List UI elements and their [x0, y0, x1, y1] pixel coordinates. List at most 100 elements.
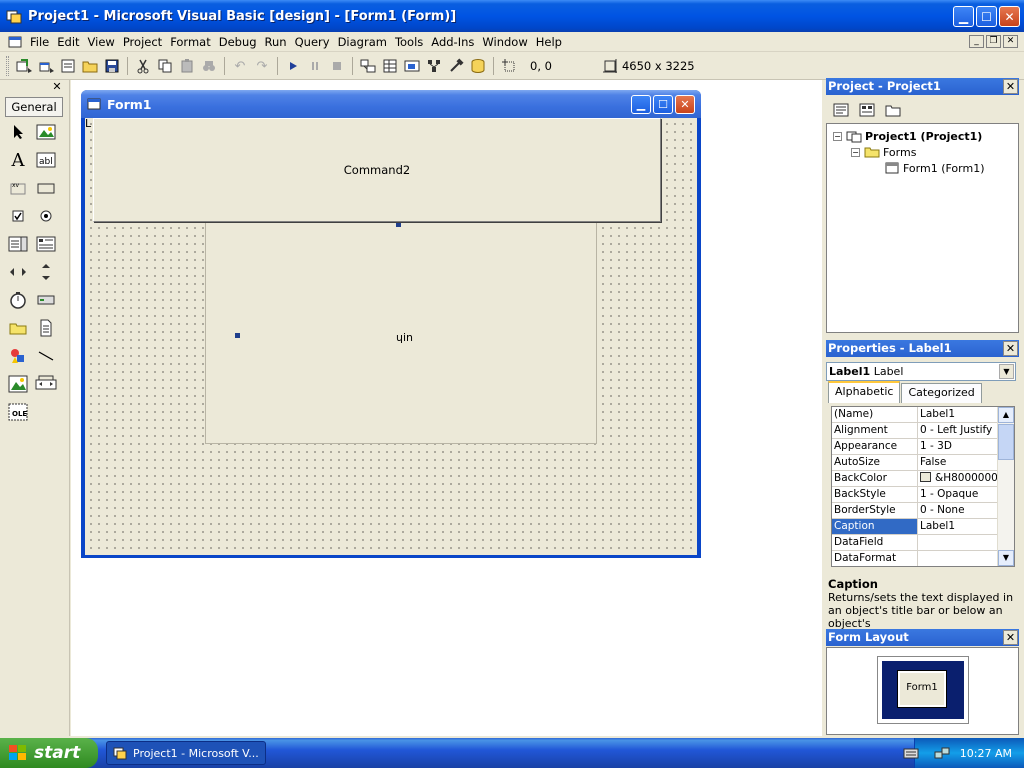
save-project-button[interactable] — [101, 55, 123, 77]
property-row[interactable]: BackStyle 1 - Opaque — [832, 487, 998, 503]
toolbox-close-button[interactable]: ✕ — [51, 81, 63, 93]
property-row[interactable]: Appearance 1 - 3D — [832, 439, 998, 455]
property-value[interactable]: 1 - 3D — [918, 439, 998, 454]
command2-button[interactable]: Command2 — [93, 118, 661, 222]
start-button-run[interactable] — [282, 55, 304, 77]
shape-tool[interactable] — [7, 345, 29, 367]
property-value[interactable]: Label1 — [918, 407, 998, 422]
picturebox-tool[interactable] — [35, 121, 57, 143]
properties-panel-close-button[interactable]: ✕ — [1003, 341, 1018, 356]
copy-button[interactable] — [154, 55, 176, 77]
menu-view[interactable]: View — [84, 35, 119, 49]
menu-editor-button[interactable] — [57, 55, 79, 77]
object-selector-combo[interactable]: Label1 Label ▼ — [826, 362, 1016, 381]
hscrollbar-tool[interactable] — [7, 261, 29, 283]
menu-format[interactable]: Format — [166, 35, 215, 49]
start-button[interactable]: start — [0, 738, 98, 768]
close-button[interactable]: ✕ — [999, 6, 1020, 27]
tree-node-project[interactable]: − Project1 (Project1) — [833, 129, 982, 143]
form1-design-surface[interactable]: ɥin Command2 L — [85, 118, 697, 555]
clock[interactable]: 10:27 AM — [960, 747, 1012, 760]
taskbar-item-vb[interactable]: Project1 - Microsoft V... — [106, 741, 266, 765]
mdi-minimize-button[interactable]: _ — [969, 35, 984, 48]
keyboard-icon[interactable] — [903, 746, 919, 760]
find-button[interactable] — [198, 55, 220, 77]
chevron-down-icon[interactable]: ▼ — [999, 364, 1014, 379]
vscrollbar-tool[interactable] — [35, 261, 57, 283]
network-icon[interactable] — [934, 746, 950, 760]
properties-panel-header[interactable]: Properties - Label1 ✕ — [826, 340, 1019, 357]
break-button[interactable] — [304, 55, 326, 77]
menu-file[interactable]: File — [26, 35, 53, 49]
dirlistbox-tool[interactable] — [7, 317, 29, 339]
open-project-button[interactable] — [79, 55, 101, 77]
optionbutton-tool[interactable] — [35, 205, 57, 227]
form1-title-bar[interactable]: Form1 ▁ ☐ ✕ — [81, 90, 701, 118]
maximize-button[interactable]: ☐ — [976, 6, 997, 27]
scroll-thumb[interactable] — [998, 424, 1014, 460]
tree-node-forms[interactable]: − Forms — [851, 145, 916, 159]
property-value[interactable]: 0 - None — [918, 503, 998, 518]
view-code-button[interactable] — [830, 99, 852, 121]
property-value[interactable]: 0 - Left Justify — [918, 423, 998, 438]
menu-edit[interactable]: Edit — [53, 35, 83, 49]
property-value[interactable]: 1 - Opaque — [918, 487, 998, 502]
object-browser-button[interactable] — [423, 55, 445, 77]
toolbox-general-tab[interactable]: General — [5, 97, 63, 117]
menu-run[interactable]: Run — [261, 35, 291, 49]
listbox-tool[interactable] — [35, 233, 57, 255]
undo-button[interactable]: ↶ — [229, 55, 251, 77]
tab-categorized[interactable]: Categorized — [901, 383, 982, 403]
form1-close-button[interactable]: ✕ — [675, 95, 695, 114]
resize-handle-top[interactable] — [396, 222, 401, 227]
tree-node-form1[interactable]: Form1 (Form1) — [885, 161, 985, 175]
paste-button[interactable] — [176, 55, 198, 77]
resize-handle-left[interactable] — [235, 333, 240, 338]
data-view-button[interactable] — [467, 55, 489, 77]
checkbox-tool[interactable] — [7, 205, 29, 227]
scroll-up-button[interactable]: ▲ — [998, 407, 1014, 423]
menu-help[interactable]: Help — [532, 35, 566, 49]
collapse-icon[interactable]: − — [851, 147, 860, 157]
project-panel-header[interactable]: Project - Project1 ✕ — [826, 78, 1019, 95]
scroll-down-button[interactable]: ▼ — [998, 550, 1014, 566]
menu-debug[interactable]: Debug — [215, 35, 261, 49]
ole-tool[interactable]: OLE — [7, 401, 29, 423]
property-row[interactable]: (Name) Label1 — [832, 407, 998, 423]
property-row[interactable]: BorderStyle 0 - None — [832, 503, 998, 519]
menu-window[interactable]: Window — [478, 35, 531, 49]
properties-window-button[interactable] — [379, 55, 401, 77]
form-position-preview[interactable]: Form1 — [897, 670, 947, 708]
form1-maximize-button[interactable]: ☐ — [653, 95, 673, 114]
image-tool[interactable] — [7, 373, 29, 395]
menu-tools[interactable]: Tools — [391, 35, 427, 49]
line-tool[interactable] — [35, 345, 57, 367]
view-object-button[interactable] — [856, 99, 878, 121]
minimize-button[interactable]: ▁ — [953, 6, 974, 27]
form1-minimize-button[interactable]: ▁ — [631, 95, 651, 114]
property-value[interactable]: Label1 — [918, 519, 998, 534]
commandbutton-tool[interactable] — [35, 177, 57, 199]
label-tool[interactable]: A — [7, 149, 29, 171]
form-layout-panel-header[interactable]: Form Layout ✕ — [826, 629, 1019, 646]
property-row-selected[interactable]: Caption Label1 — [832, 519, 998, 535]
timer-tool[interactable] — [7, 289, 29, 311]
app-title-bar[interactable]: Project1 - Microsoft Visual Basic [desig… — [0, 0, 1024, 32]
project-explorer-button[interactable] — [357, 55, 379, 77]
toggle-folders-button[interactable] — [882, 99, 904, 121]
property-value[interactable] — [918, 535, 998, 550]
menu-query[interactable]: Query — [291, 35, 334, 49]
menu-project[interactable]: Project — [119, 35, 166, 49]
form-layout-button[interactable] — [401, 55, 423, 77]
mdi-restore-button[interactable]: ❐ — [986, 35, 1001, 48]
toolbar-grip[interactable] — [6, 56, 9, 76]
form-layout-close-button[interactable]: ✕ — [1003, 630, 1018, 645]
property-value[interactable] — [918, 551, 998, 566]
property-row[interactable]: Alignment 0 - Left Justify — [832, 423, 998, 439]
label1-control[interactable]: ɥin — [205, 220, 597, 444]
property-row[interactable]: DataField — [832, 535, 998, 551]
collapse-icon[interactable]: − — [833, 131, 842, 141]
add-project-button[interactable] — [13, 55, 35, 77]
menu-add-ins[interactable]: Add-Ins — [427, 35, 478, 49]
filelistbox-tool[interactable] — [35, 317, 57, 339]
